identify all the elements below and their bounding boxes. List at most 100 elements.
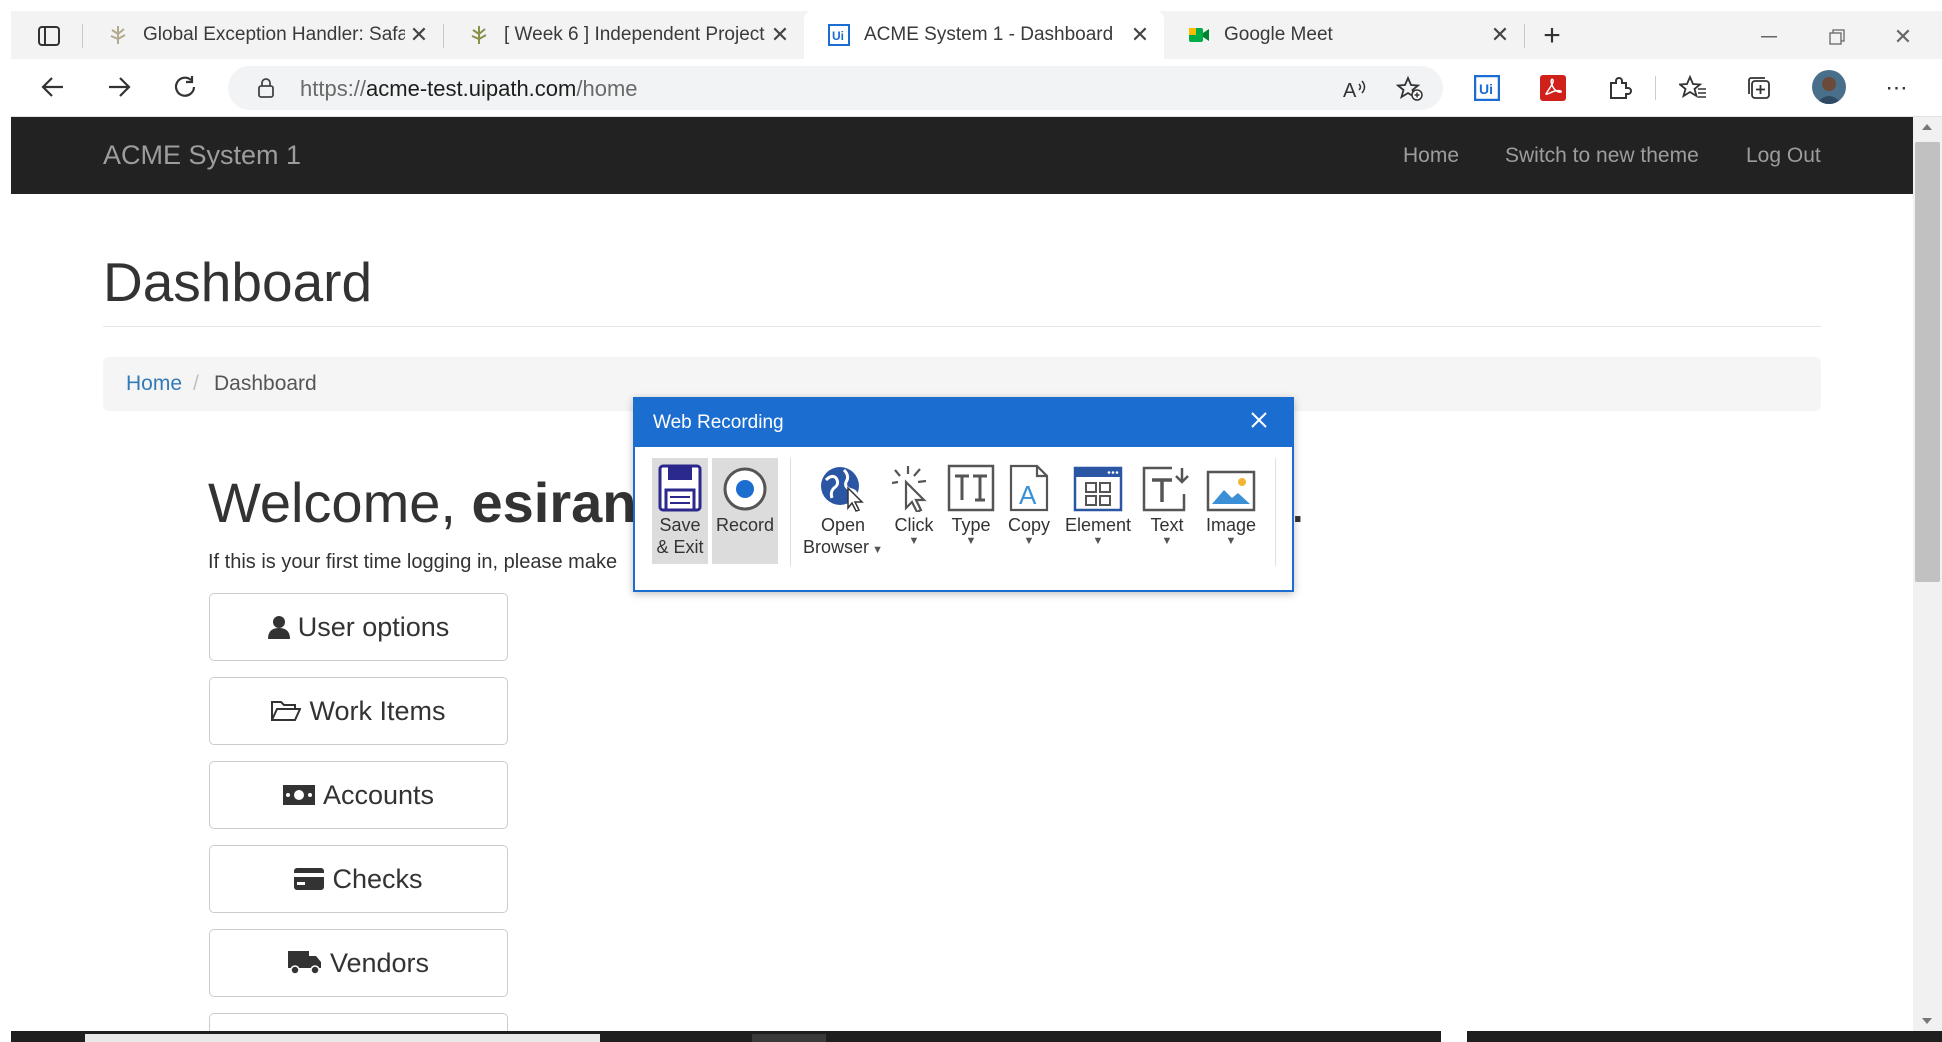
element-label: Element — [1064, 515, 1132, 535]
new-tab-icon[interactable]: + — [1535, 19, 1569, 53]
welcome-heading: Welcome, esiranj. — [208, 470, 1306, 535]
favorites-icon[interactable] — [1676, 71, 1710, 105]
close-icon[interactable] — [1244, 405, 1274, 435]
tab-title: [ Week 6 ] Independent Project — [504, 24, 765, 45]
tab-title: ACME System 1 - Dashboard — [864, 24, 1114, 45]
button-label: User options — [297, 611, 450, 642]
text-label: Text — [1150, 515, 1184, 535]
record-label: Record — [715, 515, 775, 535]
page-title: Dashboard — [103, 251, 373, 313]
back-icon[interactable] — [36, 70, 70, 104]
dropdown-caret-icon[interactable]: ▼ — [966, 536, 977, 547]
toolbar-separator — [790, 458, 791, 566]
taskbar-search-box[interactable] — [85, 1034, 600, 1042]
tab-separator — [1524, 24, 1525, 48]
truck-icon — [287, 951, 322, 975]
work-items-button[interactable]: Work Items — [209, 677, 508, 745]
close-icon[interactable]: ✕ — [1126, 22, 1154, 48]
more-menu-icon[interactable]: ⋯ — [1880, 71, 1914, 105]
tab-title: Google Meet — [1224, 24, 1333, 45]
record-icon — [722, 458, 768, 512]
save-exit-button[interactable]: Save & Exit — [652, 458, 708, 564]
dropdown-caret-icon[interactable]: ▼ — [1226, 536, 1237, 547]
browser-tab-3[interactable]: Ui ACME System 1 - Dashboard ✕ — [804, 11, 1164, 59]
url-host: acme-test.uipath.com — [366, 76, 577, 101]
image-label: Image — [1205, 515, 1257, 535]
open-browser-label: Open — [820, 515, 866, 535]
tab-actions-icon[interactable] — [34, 21, 64, 51]
breadcrumb-home-link[interactable]: Home — [126, 372, 182, 396]
nav-link-home[interactable]: Home — [1403, 144, 1459, 168]
scroll-up-arrow[interactable] — [1919, 120, 1935, 134]
svg-text:Ui: Ui — [1479, 81, 1493, 97]
close-icon[interactable]: ✕ — [405, 22, 433, 48]
type-text-icon — [947, 458, 995, 512]
user-icon — [267, 615, 290, 639]
site-brand[interactable]: ACME System 1 — [103, 140, 301, 171]
click-button[interactable]: Click ▼ — [890, 458, 938, 547]
next-button-partial[interactable] — [209, 1013, 508, 1031]
button-label: Vendors — [329, 947, 430, 978]
dropdown-caret-icon[interactable]: ▼ — [1093, 536, 1104, 547]
type-button[interactable]: Type ▼ — [945, 458, 997, 547]
uipath-extension-icon[interactable]: Ui — [1470, 71, 1504, 105]
dropdown-caret-icon[interactable]: ▼ — [909, 536, 920, 547]
forward-icon[interactable] — [102, 70, 136, 104]
image-capture-icon — [1206, 458, 1256, 512]
uipath-ui-icon: Ui — [828, 24, 850, 46]
accounts-button[interactable]: Accounts — [209, 761, 508, 829]
taskbar-gap — [1441, 1031, 1467, 1042]
save-label-line2: & Exit — [656, 537, 704, 557]
lock-icon[interactable] — [252, 74, 280, 102]
nav-link-switch-theme[interactable]: Switch to new theme — [1505, 144, 1699, 168]
refresh-icon[interactable] — [168, 70, 202, 104]
url-text[interactable]: https://acme-test.uipath.com/home — [300, 76, 638, 102]
add-favorite-icon[interactable] — [1393, 72, 1427, 106]
svg-text:A: A — [1343, 80, 1357, 100]
extensions-icon[interactable] — [1602, 71, 1636, 105]
type-label: Type — [951, 515, 991, 535]
open-browser-label-line2: Browser ▼ — [803, 536, 883, 558]
toolbar-end-separator — [1275, 458, 1276, 566]
record-button[interactable]: Record — [712, 458, 778, 564]
title-divider — [103, 326, 1821, 327]
minimize-icon[interactable] — [1752, 20, 1786, 54]
browser-tab-1[interactable]: Global Exception Handler: Safari ✕ — [83, 11, 443, 59]
text-button[interactable]: Text ▼ — [1141, 458, 1193, 547]
taskbar-app-highlight[interactable] — [752, 1034, 826, 1042]
toolbar-divider — [1655, 76, 1656, 100]
text-capture-icon — [1142, 458, 1192, 512]
checks-button[interactable]: Checks — [209, 845, 508, 913]
dropdown-caret-icon[interactable]: ▼ — [1024, 536, 1035, 547]
vendors-button[interactable]: Vendors — [209, 929, 508, 997]
scroll-down-arrow[interactable] — [1919, 1014, 1935, 1028]
close-icon[interactable]: ✕ — [1486, 22, 1514, 48]
collections-icon[interactable] — [1742, 71, 1776, 105]
pdf-extension-icon[interactable] — [1536, 71, 1570, 105]
dropdown-caret-icon[interactable]: ▼ — [1162, 536, 1173, 547]
save-label: Save — [659, 515, 701, 535]
open-browser-button[interactable]: Open Browser ▼ — [801, 458, 885, 558]
click-label: Click — [894, 515, 934, 535]
svg-text:Ui: Ui — [832, 29, 844, 43]
dropdown-caret-icon[interactable]: ▼ — [869, 544, 883, 556]
read-aloud-icon[interactable]: A — [1338, 72, 1372, 106]
element-button[interactable]: Element ▼ — [1061, 458, 1135, 547]
breadcrumb-separator: / — [193, 372, 199, 395]
browser-tab-4[interactable]: Google Meet ✕ — [1164, 11, 1524, 59]
element-grid-icon — [1073, 458, 1123, 512]
scrollbar-thumb[interactable] — [1915, 142, 1940, 582]
user-options-button[interactable]: User options — [209, 593, 508, 661]
profile-avatar[interactable] — [1812, 70, 1846, 104]
money-icon — [282, 785, 315, 805]
copy-button[interactable]: A Copy ▼ — [1004, 458, 1054, 547]
svg-text:A: A — [1019, 480, 1037, 510]
window-close-icon[interactable]: ✕ — [1886, 20, 1920, 54]
breadcrumb-current: Dashboard — [214, 372, 317, 395]
nav-link-logout[interactable]: Log Out — [1746, 144, 1821, 168]
restore-icon[interactable] — [1820, 20, 1854, 54]
browser-tab-2[interactable]: [ Week 6 ] Independent Project ✕ — [444, 11, 804, 59]
welcome-prefix: Welcome, — [208, 471, 472, 534]
close-icon[interactable]: ✕ — [766, 22, 794, 48]
image-button[interactable]: Image ▼ — [1200, 458, 1262, 547]
